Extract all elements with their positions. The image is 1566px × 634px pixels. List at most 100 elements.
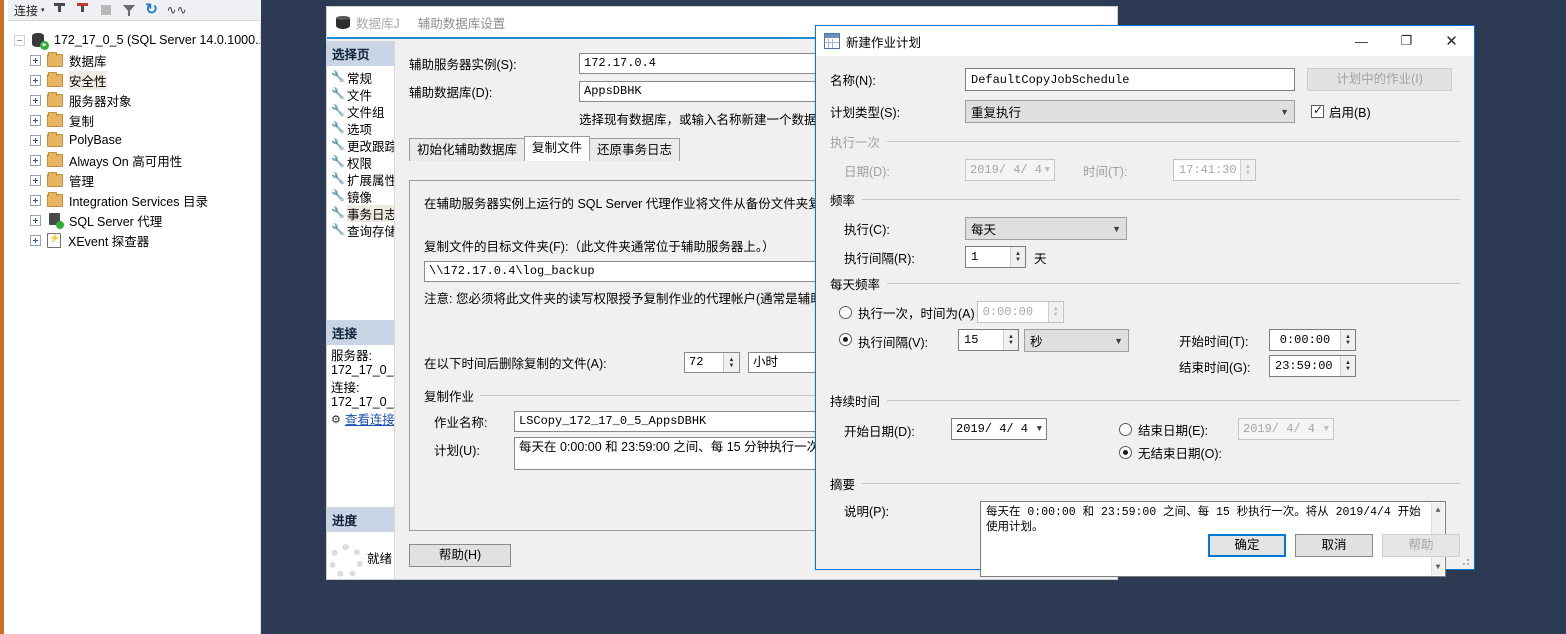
scroll-down-icon[interactable]: ▼ [1436, 560, 1441, 575]
expander-icon[interactable] [30, 135, 41, 146]
dialog-titlebar[interactable]: 新建作业计划 — ❐ ✕ [816, 26, 1474, 57]
tab-initialize-secondary-db[interactable]: 初始化辅助数据库 [409, 138, 525, 161]
resize-grip-icon[interactable] [1460, 556, 1470, 566]
tree-node-label: SQL Server 代理 [69, 211, 162, 230]
stepper-arrows-icon[interactable]: ▲▼ [1003, 330, 1018, 350]
schedule-name-input[interactable]: DefaultCopyJobSchedule [965, 68, 1295, 91]
sidebar-item-change-tracking[interactable]: 🔧 更改跟踪 [327, 137, 394, 154]
tree-node-label: 管理 [69, 171, 94, 190]
enabled-checkbox-row[interactable]: 启用(B) [1311, 102, 1371, 121]
ok-button[interactable]: 确定 [1208, 534, 1286, 557]
occurs-every-unit-select[interactable]: 秒 ▼ [1024, 329, 1129, 352]
filter-icon[interactable] [121, 2, 137, 18]
tree-node-databases[interactable]: 数据库 [8, 50, 260, 70]
stepper-arrows-icon[interactable]: ▲▼ [1340, 356, 1355, 376]
daily-frequency-group-title: 每天频率 [830, 274, 880, 293]
start-time-stepper[interactable]: 0:00:00 ▲▼ [1269, 329, 1356, 351]
sidebar-item-options[interactable]: 🔧 选项 [327, 120, 394, 137]
stepper-arrows-icon[interactable]: ▲▼ [1340, 330, 1355, 350]
occurs-every-stepper[interactable]: 15 ▲▼ [958, 329, 1019, 351]
expander-icon[interactable] [30, 155, 41, 166]
tree-node-sql-server-agent[interactable]: SQL Server 代理 [8, 210, 260, 230]
occurs-once-at-radio[interactable] [839, 306, 852, 319]
document-tabstrip: 数据库J 辅助数据库设置 [327, 7, 514, 37]
sidebar-item-label: 常规 [347, 69, 372, 86]
end-date-row: 结束日期(E): 2019/ 4/ 4 ▼ [1119, 418, 1334, 440]
sidebar-item-general[interactable]: 🔧 常规 [327, 69, 394, 86]
xevent-icon [47, 233, 61, 248]
start-date-picker[interactable]: 2019/ 4/ 4 ▼ [951, 418, 1047, 440]
end-time-value[interactable]: 23:59:00 [1270, 356, 1340, 376]
tree-node-integration-services[interactable]: Integration Services 目录 [8, 190, 260, 210]
tab-copy-files[interactable]: 复制文件 [524, 136, 590, 161]
occurs-once-at-value: 0:00:00 [978, 302, 1048, 322]
occurs-every-value[interactable]: 15 [959, 330, 1003, 350]
sidebar-item-files[interactable]: 🔧 文件 [327, 86, 394, 103]
tree-node-xevent-profiler[interactable]: XEvent 探查器 [8, 230, 260, 250]
tree-node-always-on[interactable]: Always On 高可用性 [8, 150, 260, 170]
minimize-button[interactable]: — [1339, 26, 1384, 56]
folder-icon [47, 74, 63, 87]
refresh-icon[interactable]: ↻ [144, 2, 160, 18]
expander-icon[interactable] [30, 175, 41, 186]
schedule-type-select[interactable]: 重复执行 ▼ [965, 100, 1295, 123]
occurs-once-at-stepper: 0:00:00 ▲▼ [977, 301, 1064, 323]
end-time-stepper[interactable]: 23:59:00 ▲▼ [1269, 355, 1356, 377]
end-date-radio[interactable] [1119, 423, 1132, 436]
secondary-window-sidebar: 选择页 🔧 常规 🔧 文件 🔧 文件组 🔧 选项 🔧 更改跟踪 [327, 41, 395, 579]
tree-node-server[interactable]: 172_17_0_5 (SQL Server 14.0.1000.169 [8, 30, 260, 50]
stepper-arrows-icon[interactable]: ▲▼ [723, 353, 739, 372]
pin-red-icon[interactable] [75, 2, 91, 18]
select-page-header: 选择页 [327, 41, 394, 66]
view-connection-properties-link[interactable]: 查看连接属性 [345, 413, 394, 427]
delete-copied-files-value[interactable]: 72 [685, 353, 723, 372]
tree-node-management[interactable]: 管理 [8, 170, 260, 190]
expander-icon[interactable] [30, 215, 41, 226]
connect-dropdown-caret[interactable]: ▾ [41, 6, 45, 14]
no-end-date-radio[interactable] [1119, 446, 1132, 459]
connect-button[interactable]: 连接 [14, 2, 38, 19]
cancel-button[interactable]: 取消 [1295, 534, 1373, 557]
wrench-icon: 🔧 [331, 224, 344, 237]
object-explorer-tree[interactable]: 172_17_0_5 (SQL Server 14.0.1000.169 数据库… [8, 22, 261, 634]
expander-icon[interactable] [30, 75, 41, 86]
secondary-help-button[interactable]: 帮助(H) [409, 544, 511, 567]
expander-icon[interactable] [30, 55, 41, 66]
tree-node-replication[interactable]: 复制 [8, 110, 260, 130]
tree-node-polybase[interactable]: PolyBase [8, 130, 260, 150]
expander-icon[interactable] [30, 195, 41, 206]
select-page-list[interactable]: 🔧 常规 🔧 文件 🔧 文件组 🔧 选项 🔧 更改跟踪 🔧 权限 [327, 66, 394, 239]
expander-icon[interactable] [30, 115, 41, 126]
sidebar-item-transaction-log-shipping[interactable]: 🔧 事务日志 [327, 205, 394, 222]
start-time-value[interactable]: 0:00:00 [1270, 330, 1340, 350]
tree-node-security[interactable]: 安全性 [8, 70, 260, 90]
sidebar-item-extended-properties[interactable]: 🔧 扩展属性 [327, 171, 394, 188]
scroll-up-icon[interactable]: ▲ [1436, 503, 1441, 518]
expander-icon[interactable] [14, 35, 25, 46]
tree-node-server-objects[interactable]: 服务器对象 [8, 90, 260, 110]
close-icon[interactable]: ✕ [1429, 26, 1474, 56]
daily-frequency-group-header: 每天频率 [830, 274, 1460, 293]
sidebar-item-mirroring[interactable]: 🔧 镜像 [327, 188, 394, 205]
expander-icon[interactable] [30, 235, 41, 246]
pin-icon[interactable] [52, 2, 68, 18]
tree-node-label: Integration Services 目录 [69, 191, 208, 210]
sidebar-item-permissions[interactable]: 🔧 权限 [327, 154, 394, 171]
progress-status-text: 就绪 [367, 548, 392, 567]
occurs-select[interactable]: 每天 ▼ [965, 217, 1127, 240]
expander-icon[interactable] [30, 95, 41, 106]
tab-database-properties[interactable]: 数据库J [327, 7, 409, 37]
tab-restore-transaction-log[interactable]: 还原事务日志 [589, 138, 680, 161]
recurs-every-stepper[interactable]: 1 ▲▼ [965, 246, 1026, 268]
stepper-arrows-icon[interactable]: ▲▼ [1010, 247, 1025, 267]
view-connection-properties-row[interactable]: ⚙ 查看连接属性 [327, 409, 394, 427]
recurs-every-value[interactable]: 1 [966, 247, 1010, 267]
activity-monitor-icon[interactable]: ∿∿ [167, 2, 183, 18]
sidebar-item-query-store[interactable]: 🔧 查询存储 [327, 222, 394, 239]
tab-secondary-database-settings[interactable]: 辅助数据库设置 [409, 7, 515, 37]
occurs-every-radio[interactable] [839, 333, 852, 346]
maximize-button[interactable]: ❐ [1384, 26, 1429, 56]
sidebar-item-filegroups[interactable]: 🔧 文件组 [327, 103, 394, 120]
delete-copied-files-stepper[interactable]: 72 ▲▼ [684, 352, 740, 373]
enabled-checkbox[interactable] [1311, 105, 1324, 118]
